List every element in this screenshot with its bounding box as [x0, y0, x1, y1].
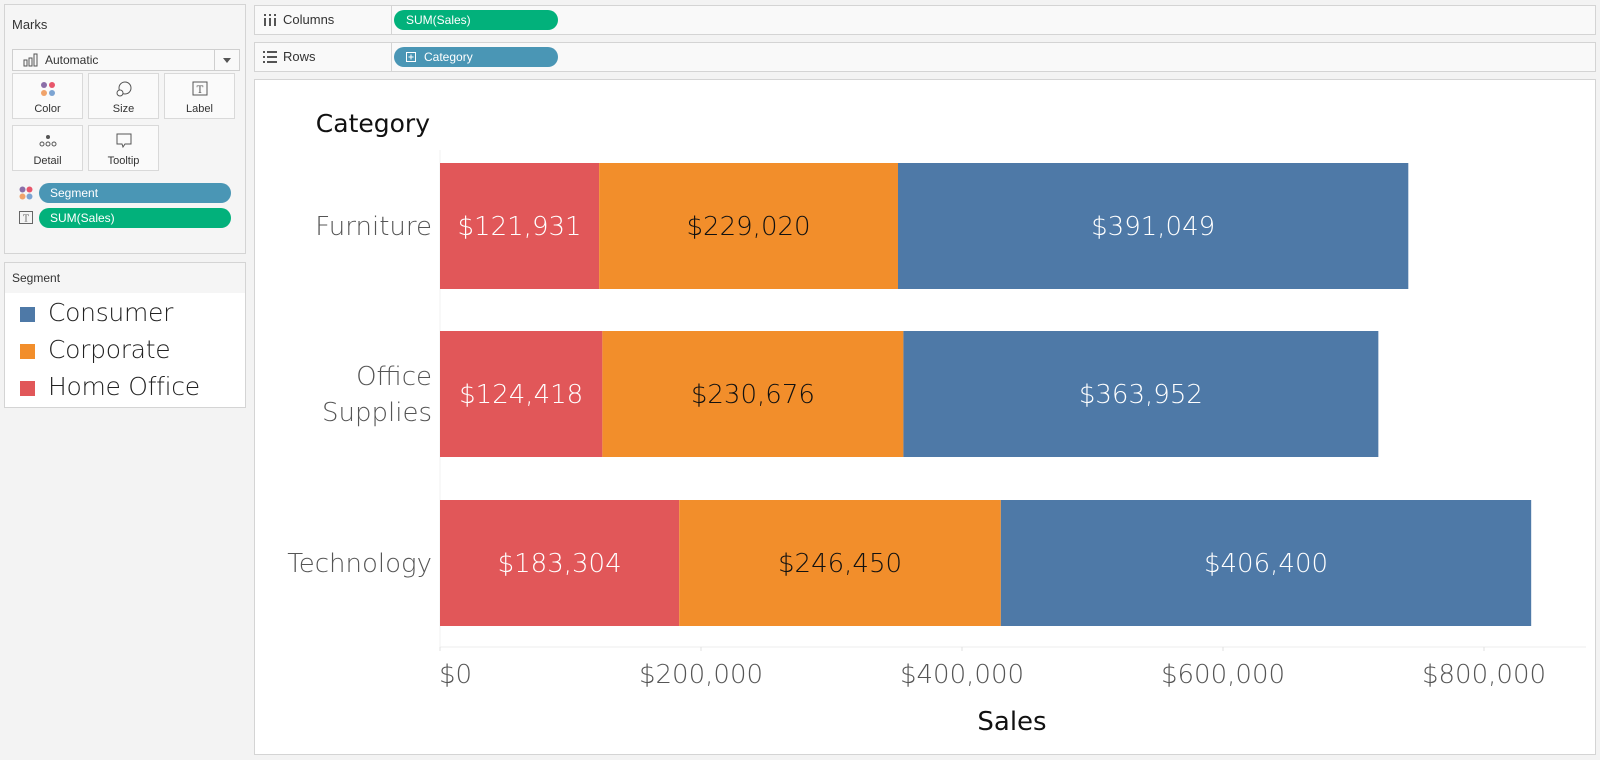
columns-sum-sales-pill[interactable]: SUM(Sales): [394, 10, 558, 30]
rows-shelf-label: Rows: [255, 43, 392, 71]
legend-swatch: [20, 381, 35, 396]
bar-data-label: $230,676: [691, 380, 815, 410]
chart-panel: Category $121,931 $229,020 $391,049 Furnitur…: [254, 79, 1596, 755]
marks-card: Marks Automatic Color Size T Label Detai…: [4, 4, 246, 254]
mark-type-dropdown[interactable]: Automatic: [12, 49, 240, 71]
rows-shelf: Rows Category: [254, 42, 1596, 72]
legend-label: Home Office: [48, 372, 200, 401]
bar-data-label: $121,931: [458, 212, 582, 242]
color-dots-icon: [40, 82, 55, 96]
tooltip-button[interactable]: Tooltip: [88, 125, 159, 171]
chevron-down-icon[interactable]: [214, 50, 239, 70]
x-tick-label: $800,000: [1422, 660, 1546, 690]
text-label-icon: T: [19, 211, 33, 225]
bar-data-label: $246,450: [778, 549, 902, 579]
columns-shelf: Columns SUM(Sales): [254, 5, 1596, 35]
stacked-bar-chart: Category $121,931 $229,020 $391,049 Furnitur…: [287, 109, 1586, 737]
bar-chart-icon: [23, 53, 38, 67]
bar-data-label: $229,020: [687, 212, 811, 242]
x-tick-label: $200,000: [639, 660, 763, 690]
sales-label-pill-row: T SUM(Sales): [15, 208, 237, 228]
x-tick-label: $400,000: [900, 660, 1024, 690]
columns-shelf-label: Columns: [255, 6, 392, 34]
x-tick-label: $0: [439, 660, 472, 690]
x-tick-label: $600,000: [1161, 660, 1285, 690]
x-axis-title: Sales: [977, 707, 1046, 737]
svg-text:T: T: [196, 85, 203, 96]
category-label: Supplies: [322, 398, 432, 428]
segment-pill[interactable]: Segment: [39, 183, 231, 203]
detail-dots-icon: [39, 135, 56, 147]
color-dots-icon: [19, 186, 33, 200]
label-button-label: Label: [186, 103, 213, 115]
bar-data-label: $124,418: [459, 380, 583, 410]
category-pill-label: Category: [424, 50, 473, 64]
row-header-title: Category: [316, 109, 430, 138]
svg-text:T: T: [23, 215, 29, 225]
rows-list-icon: [263, 51, 277, 63]
mark-type-value: Automatic: [45, 53, 99, 67]
expand-plus-icon[interactable]: [406, 52, 416, 62]
category-label: Furniture: [315, 212, 432, 242]
legend-label: Corporate: [48, 335, 171, 364]
color-button[interactable]: Color: [12, 73, 83, 119]
legend-label: Consumer: [48, 298, 174, 327]
rows-label-text: Rows: [283, 49, 316, 64]
size-button-label: Size: [112, 103, 135, 115]
rows-category-pill[interactable]: Category: [394, 47, 558, 67]
legend-title: Segment: [5, 263, 245, 293]
category-label: Technology: [287, 549, 432, 579]
tooltip-button-label: Tooltip: [107, 155, 140, 167]
legend-swatch: [20, 344, 35, 359]
bar-data-label: $183,304: [498, 549, 622, 579]
marks-title: Marks: [12, 17, 48, 32]
columns-label-text: Columns: [283, 12, 335, 27]
detail-button-label: Detail: [33, 155, 62, 167]
category-label: Office: [356, 362, 432, 392]
segment-legend: Segment Consumer Corporate Home Office: [4, 262, 246, 408]
bar-data-label: $406,400: [1204, 549, 1328, 579]
color-button-label: Color: [34, 103, 61, 115]
label-button[interactable]: T Label: [164, 73, 235, 119]
legend-swatch: [20, 307, 35, 322]
size-button[interactable]: Size: [88, 73, 159, 119]
segment-color-pill-row: Segment: [15, 183, 237, 203]
text-label-icon: T: [192, 81, 207, 96]
bar-data-label: $363,952: [1079, 380, 1203, 410]
columns-icon: [264, 14, 276, 26]
bar-data-label: $391,049: [1091, 212, 1215, 242]
tooltip-bubble-icon: [116, 133, 131, 149]
size-circles-icon: [116, 81, 131, 97]
top-strip: [0, 0, 1600, 3]
detail-button[interactable]: Detail: [12, 125, 83, 171]
sum-sales-pill[interactable]: SUM(Sales): [39, 208, 231, 228]
